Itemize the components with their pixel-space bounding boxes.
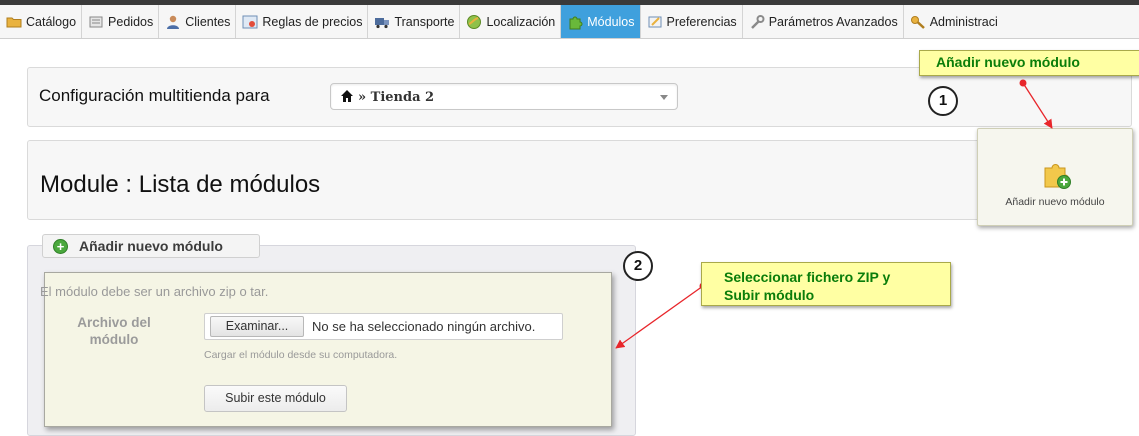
wrench-icon xyxy=(750,14,765,29)
tab-label: Pedidos xyxy=(108,14,154,29)
tab-administration[interactable]: Administraci xyxy=(904,5,1003,38)
tab-price-rules[interactable]: Reglas de precios xyxy=(236,5,369,38)
tab-shipping[interactable]: Transporte xyxy=(368,5,461,38)
add-module-button-label: Añadir nuevo módulo xyxy=(1005,196,1105,208)
folder-icon xyxy=(6,17,22,27)
tab-label: Clientes xyxy=(185,14,231,29)
callout-add-module: Añadir nuevo módulo xyxy=(919,50,1139,76)
callout-select-zip: Seleccionar fichero ZIP y Subir módulo xyxy=(701,262,951,306)
browse-button[interactable]: Examinar... xyxy=(210,316,304,337)
callout-select-zip-line2: Subir módulo xyxy=(724,287,815,303)
plus-icon: + xyxy=(53,239,68,254)
tab-customers[interactable]: Clientes xyxy=(159,5,237,38)
no-file-selected-text: No se ha seleccionado ningún archivo. xyxy=(312,319,536,334)
shop-select-value: » Tienda 2 xyxy=(358,90,435,105)
tab-label: Localización xyxy=(486,14,556,29)
tab-label: Preferencias xyxy=(666,14,737,29)
tab-modules[interactable]: Módulos xyxy=(561,5,641,38)
tab-label: Reglas de precios xyxy=(262,14,363,29)
key-icon xyxy=(910,15,925,29)
tab-catalog[interactable]: Catálogo xyxy=(0,5,83,38)
tab-label: Catálogo xyxy=(26,14,77,29)
add-module-button[interactable]: Añadir nuevo módulo xyxy=(977,128,1133,226)
tab-label: Administraci xyxy=(929,14,998,29)
upload-legend-title: Añadir nuevo módulo xyxy=(79,238,223,254)
globe-icon xyxy=(467,14,482,29)
module-file-label-line2: módulo xyxy=(89,332,139,347)
preferences-icon xyxy=(648,16,661,27)
upload-legend: + Añadir nuevo módulo xyxy=(42,234,260,258)
module-file-label-line1: Archivo del xyxy=(77,315,151,330)
puzzle-plus-icon xyxy=(1044,164,1071,189)
tab-label: Transporte xyxy=(394,14,455,29)
callout-select-zip-line1: Seleccionar fichero ZIP y xyxy=(724,269,891,285)
step-marker-2: 2 xyxy=(623,251,653,281)
tab-advanced-parameters[interactable]: Parámetros Avanzados xyxy=(743,5,904,38)
price-rules-icon xyxy=(242,15,258,28)
multistore-label: Configuración multitienda para xyxy=(39,86,270,105)
tab-localization[interactable]: Localización xyxy=(460,5,562,38)
page-title: Module : Lista de módulos xyxy=(40,171,321,198)
module-file-label: Archivo del módulo xyxy=(60,314,168,348)
upload-description: El módulo debe ser un archivo zip o tar. xyxy=(40,284,269,299)
shop-select[interactable]: » Tienda 2 xyxy=(330,83,678,110)
step-marker-1: 1 xyxy=(928,86,958,116)
upload-module-button[interactable]: Subir este módulo xyxy=(204,385,347,412)
upload-hint: Cargar el módulo desde su computadora. xyxy=(204,349,398,361)
tab-preferences[interactable]: Preferencias xyxy=(641,5,743,38)
tab-label: Parámetros Avanzados xyxy=(768,14,898,29)
module-file-input[interactable]: Examinar... No se ha seleccionado ningún… xyxy=(204,313,563,340)
tab-orders[interactable]: Pedidos xyxy=(82,5,160,38)
multistore-panel: Configuración multitienda para » Tienda … xyxy=(27,67,1132,127)
chevron-down-icon xyxy=(660,95,668,100)
users-icon xyxy=(167,15,180,29)
cart-icon xyxy=(89,16,103,27)
tab-label: Módulos xyxy=(587,14,635,29)
home-icon xyxy=(341,90,353,102)
truck-icon xyxy=(375,17,390,28)
puzzle-icon xyxy=(569,16,583,29)
page-header: Module : Lista de módulos xyxy=(27,140,1132,220)
main-nav: Catálogo Pedidos Clientes Reglas de prec… xyxy=(0,5,1139,39)
